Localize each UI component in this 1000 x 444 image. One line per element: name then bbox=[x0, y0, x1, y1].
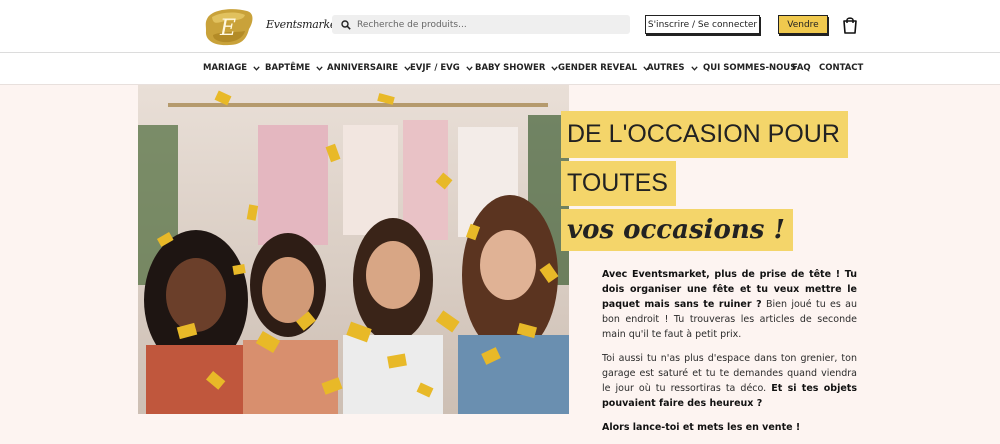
intro-paragraph-3: Alors lance-toi et mets les en vente ! bbox=[602, 420, 857, 435]
top-header: E Eventsmarket S'inscrire / Se connecter… bbox=[0, 0, 1000, 52]
hero-image bbox=[138, 85, 569, 414]
nav-item-autres[interactable]: AUTRES bbox=[647, 63, 698, 73]
nav-item-label: ANNIVERSAIRE bbox=[327, 63, 399, 73]
nav-item-bapteme[interactable]: BAPTÊME bbox=[265, 63, 323, 73]
nav-item-gender-reveal[interactable]: GENDER REVEAL bbox=[558, 63, 650, 73]
search-icon[interactable] bbox=[341, 19, 351, 30]
nav-item-contact[interactable]: CONTACT bbox=[819, 63, 863, 73]
brand-name[interactable]: Eventsmarket bbox=[266, 18, 340, 31]
signin-button[interactable]: S'inscrire / Se connecter bbox=[645, 15, 760, 34]
nav-item-mariage[interactable]: MARIAGE bbox=[203, 63, 260, 73]
nav-item-label: QUI SOMMES-NOUS bbox=[703, 63, 797, 73]
logo-letter: E bbox=[219, 16, 236, 41]
nav-item-label: GENDER REVEAL bbox=[558, 63, 637, 73]
chevron-down-icon bbox=[253, 65, 260, 71]
chevron-down-icon bbox=[466, 65, 473, 71]
intro-paragraph-2: Toi aussi tu n'as plus d'espace dans ton… bbox=[602, 351, 857, 411]
hero-photo-illustration bbox=[138, 85, 569, 414]
nav-item-label: CONTACT bbox=[819, 63, 864, 73]
chevron-down-icon bbox=[690, 65, 698, 71]
nav-item-qui-sommes-nous[interactable]: QUI SOMMES-NOUS bbox=[703, 63, 796, 73]
nav-item-label: EVJF / EVG bbox=[410, 63, 460, 73]
nav-item-label: FAQ bbox=[792, 63, 811, 73]
chevron-down-icon bbox=[316, 65, 323, 71]
nav-item-label: AUTRES bbox=[647, 63, 685, 73]
intro-text: Avec Eventsmarket, plus de prise de tête… bbox=[602, 267, 857, 444]
nav-item-anniversaire[interactable]: ANNIVERSAIRE bbox=[327, 63, 411, 73]
nav-item-label: BABY SHOWER bbox=[475, 63, 546, 73]
nav-item-faq[interactable]: FAQ bbox=[792, 63, 811, 73]
nav-item-label: BAPTÊME bbox=[265, 63, 311, 73]
intro-p3-bold: Alors lance-toi et mets les en vente ! bbox=[602, 422, 801, 433]
intro-paragraph-1: Avec Eventsmarket, plus de prise de tête… bbox=[602, 267, 857, 342]
nav-item-baby-shower[interactable]: BABY SHOWER bbox=[475, 63, 559, 73]
search-bar[interactable] bbox=[332, 15, 630, 34]
hero-headline-line2: TOUTES bbox=[561, 161, 676, 206]
main-nav: MARIAGE BAPTÊME ANNIVERSAIRE EVJF / EVG … bbox=[0, 53, 1000, 85]
nav-item-label: MARIAGE bbox=[203, 63, 248, 73]
brand-logo[interactable]: E bbox=[203, 5, 255, 47]
hero-headline-line3: vos occasions ! bbox=[561, 209, 793, 251]
sell-button[interactable]: Vendre bbox=[778, 15, 828, 34]
shopping-bag-icon[interactable] bbox=[842, 16, 858, 34]
hero-headline-line1: DE L'OCCASION POUR bbox=[561, 111, 848, 158]
nav-item-evjf-evg[interactable]: EVJF / EVG bbox=[410, 63, 473, 73]
search-input[interactable] bbox=[357, 19, 607, 30]
